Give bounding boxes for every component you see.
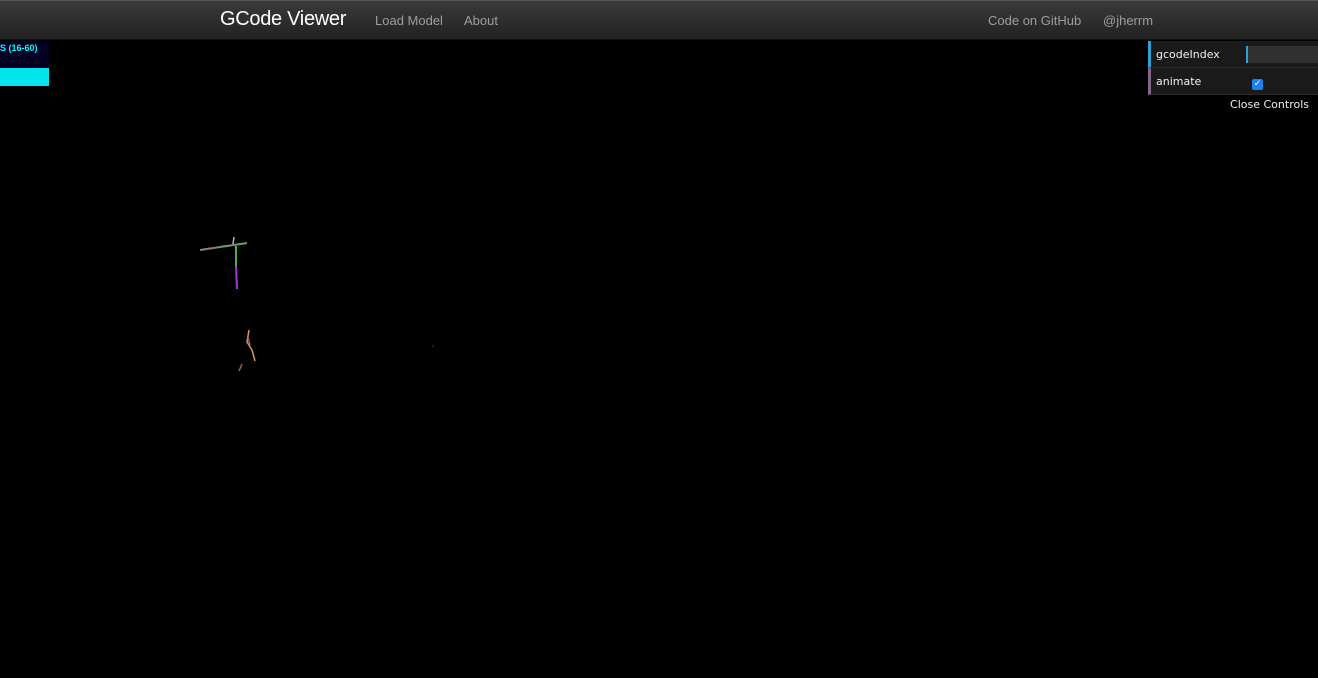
animate-control: animate ✓ xyxy=(1148,68,1318,95)
nav-user-link[interactable]: @jherrm xyxy=(1103,13,1153,28)
animate-checkbox[interactable]: ✓ xyxy=(1252,79,1263,90)
toolpath-lower xyxy=(238,329,434,372)
gcode-index-control: gcodeIndex xyxy=(1148,41,1318,68)
nav-about-link[interactable]: About xyxy=(464,13,498,28)
toolpath-upper xyxy=(199,236,248,290)
close-controls-button[interactable]: Close Controls xyxy=(1148,95,1318,115)
fps-stats-panel[interactable]: S (16-60) xyxy=(0,41,49,86)
nav-load-model-link[interactable]: Load Model xyxy=(375,13,443,28)
gcode-index-label: gcodeIndex xyxy=(1156,48,1220,61)
fps-graph xyxy=(0,68,49,86)
app-brand-title[interactable]: GCode Viewer xyxy=(220,8,346,31)
fps-stats-label: S (16-60) xyxy=(0,43,38,53)
controls-panel: gcodeIndex animate ✓ Close Controls xyxy=(1148,41,1318,115)
top-navbar: GCode Viewer Load Model About Code on Gi… xyxy=(0,0,1318,40)
nav-github-link[interactable]: Code on GitHub xyxy=(988,13,1081,28)
gcode-model-render xyxy=(199,236,434,372)
gcode-index-slider-fill xyxy=(1246,46,1249,63)
animate-label: animate xyxy=(1156,75,1202,88)
gcode-index-slider[interactable] xyxy=(1246,46,1318,63)
gcode-3d-viewport[interactable] xyxy=(0,41,1318,678)
